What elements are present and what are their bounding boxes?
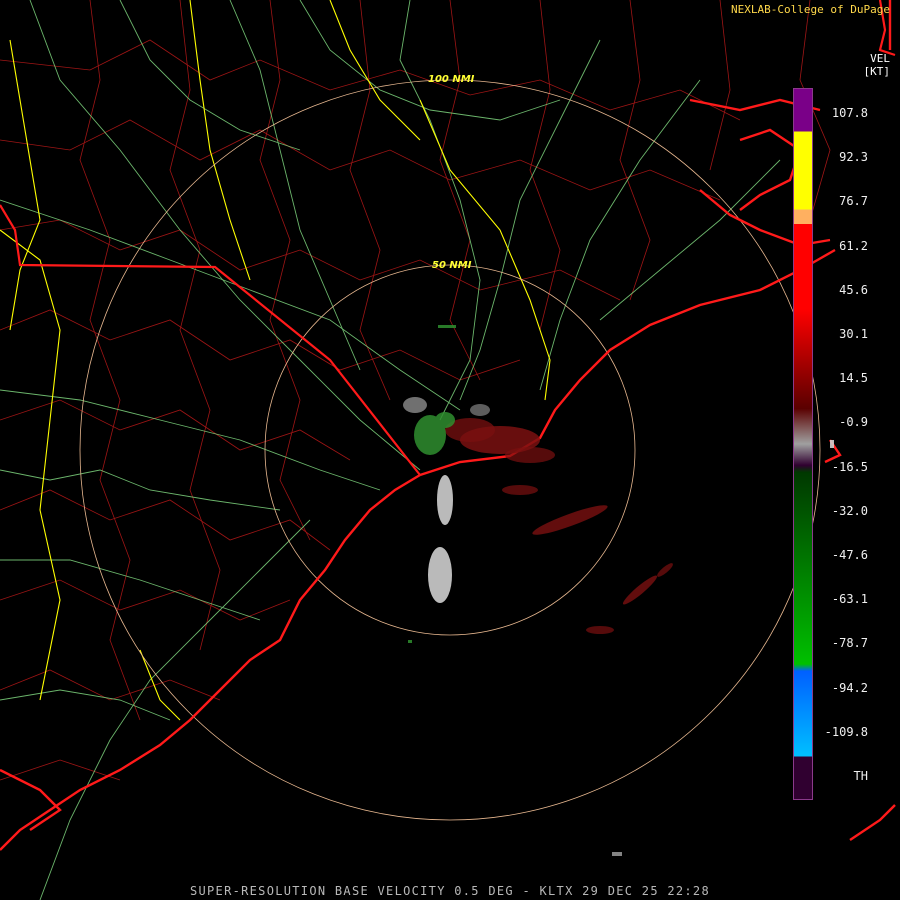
- credit-label: NEXLAB-College of DuPage: [731, 3, 890, 16]
- ring-label-100nmi: 100 NMI: [428, 74, 475, 85]
- colorbar-tick-label: 61.2: [839, 238, 868, 253]
- ring-label-50nmi: 50 NMI: [432, 260, 472, 271]
- colorbar-tick-label: TH: [853, 769, 868, 783]
- legend-product: VEL: [870, 52, 890, 65]
- legend-units: [KT]: [863, 65, 891, 78]
- colorbar-tick-label: -109.8: [824, 724, 868, 739]
- colorbar-tick-label: 45.6: [839, 282, 868, 297]
- colorbar-tick-label: 30.1: [839, 327, 868, 341]
- legend-title: VEL [KT]: [864, 52, 891, 78]
- colorbar-tick-label: 107.8: [831, 106, 868, 120]
- colorbar-tick-label: 92.3: [839, 150, 868, 165]
- colorbar-tick-label: -78.7: [831, 636, 868, 651]
- colorbar-tick-label: -47.6: [831, 548, 868, 562]
- radar-map[interactable]: 100 NMI 50 NMI: [0, 0, 900, 900]
- velocity-colorbar: [793, 88, 813, 800]
- colorbar-tick-label: 76.7: [839, 194, 868, 209]
- colorbar-tick-label: 14.5: [839, 371, 868, 386]
- colorbar-tick-label: -0.9: [839, 415, 868, 430]
- colorbar-tick-label: -16.5: [831, 459, 868, 474]
- colorbar-tick-label: -94.2: [831, 680, 868, 695]
- colorbar-tick-label: -32.0: [831, 503, 868, 518]
- colorbar-tick-label: -63.1: [831, 592, 868, 607]
- product-footer: SUPER-RESOLUTION BASE VELOCITY 0.5 DEG -…: [189, 884, 710, 898]
